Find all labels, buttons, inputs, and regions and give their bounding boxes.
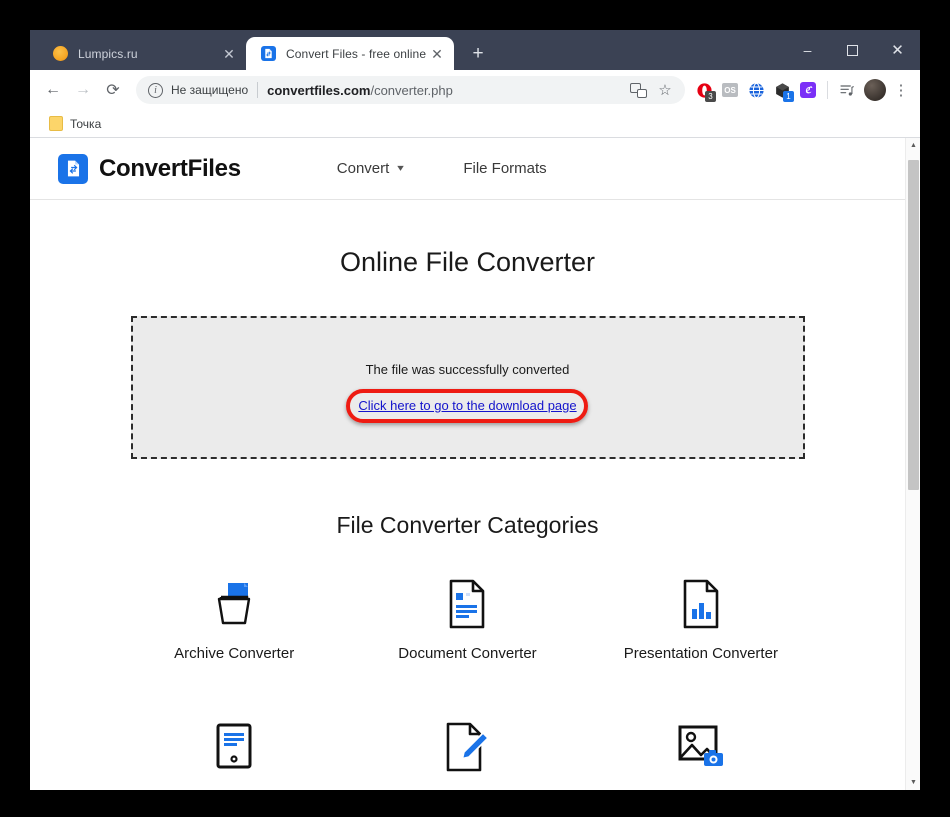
site-info-icon[interactable]: i <box>148 82 163 98</box>
categories-title: File Converter Categories <box>336 512 599 538</box>
conversion-result-box: The file was successfully converted Clic… <box>130 316 805 459</box>
tab-title: Lumpics.ru <box>78 46 138 61</box>
badge-count: 3 <box>705 91 716 102</box>
document-page-icon <box>351 577 584 631</box>
tab-convertfiles[interactable]: Convert Files - free online file co ✕ <box>246 37 454 70</box>
opera-extension-icon[interactable]: 3 <box>691 76 717 104</box>
category-label: Archive Converter <box>174 645 295 662</box>
nav-label: Convert <box>336 160 390 177</box>
maximize-button[interactable] <box>830 30 875 70</box>
category-archive-converter[interactable]: Archive Converter <box>118 577 351 662</box>
convertfiles-logo-icon[interactable] <box>58 153 88 184</box>
success-message: The file was successfully converted <box>365 362 570 377</box>
category-label: Presentation Converter <box>623 645 778 662</box>
minimize-button[interactable]: – <box>785 30 830 70</box>
tab-lumpics[interactable]: Lumpics.ru ✕ <box>38 37 246 70</box>
category-editor-converter[interactable] <box>351 720 584 788</box>
chevron-down-icon: ▾ <box>397 163 405 174</box>
browser-toolbar: ← → ⟳ i Не защищено convertfiles.com/con… <box>30 70 920 110</box>
convertfiles-icon <box>260 46 276 62</box>
reading-list-icon[interactable] <box>834 76 860 104</box>
purple-extension-icon[interactable]: ℭ <box>795 76 821 104</box>
bookmark-star-icon[interactable]: ☆ <box>653 81 677 99</box>
page-scrollbar[interactable]: ▲ ▼ <box>905 138 920 790</box>
site-nav: Convert ▾ File Formats <box>337 160 607 177</box>
web-page: ConvertFiles Convert ▾ File Formats Onli… <box>30 138 905 790</box>
page-title: Online File Converter <box>339 247 596 277</box>
document-pencil-icon <box>351 720 584 774</box>
image-camera-icon <box>584 720 817 774</box>
category-grid: Archive Converter Document Converter Pre… <box>118 577 818 788</box>
download-page-link[interactable]: Click here to go to the download page <box>358 398 576 413</box>
window-controls: – ✕ <box>785 30 920 70</box>
category-document-converter[interactable]: Document Converter <box>351 577 584 662</box>
bookmarks-bar: Точка <box>30 110 920 138</box>
address-bar[interactable]: i Не защищено convertfiles.com/converter… <box>136 76 685 104</box>
url-text: convertfiles.com/converter.php <box>267 83 453 98</box>
tab-title: Convert Files - free online file co <box>286 46 428 61</box>
badge-count: 1 <box>783 91 794 102</box>
close-icon[interactable]: ✕ <box>428 45 446 63</box>
download-link-wrapper: Click here to go to the download page <box>346 389 589 423</box>
bookmark-item-tochka[interactable]: Точка <box>42 113 108 134</box>
omnibox-actions: ☆ <box>630 81 681 99</box>
category-label: Document Converter <box>398 645 537 662</box>
ebook-reader-icon <box>118 720 351 774</box>
avatar[interactable] <box>864 79 886 101</box>
bookmark-label: Точка <box>70 116 102 131</box>
close-icon[interactable]: ✕ <box>220 45 238 63</box>
nav-item-convert[interactable]: Convert ▾ <box>337 160 404 177</box>
url-domain: convertfiles.com <box>267 82 371 98</box>
site-logo-text[interactable]: ConvertFiles <box>99 155 241 183</box>
presentation-chart-icon <box>584 577 817 631</box>
back-button[interactable]: ← <box>38 75 68 105</box>
nav-item-file-formats[interactable]: File Formats <box>463 160 546 177</box>
category-ebook-converter[interactable] <box>118 720 351 788</box>
browser-menu-icon[interactable]: ⋮ <box>890 83 912 98</box>
tab-strip: Lumpics.ru ✕ Convert Files - free online… <box>30 30 920 70</box>
reload-button[interactable]: ⟳ <box>98 75 128 105</box>
new-tab-button[interactable]: + <box>464 39 492 67</box>
category-presentation-converter[interactable]: Presentation Converter <box>584 577 817 662</box>
translate-icon[interactable] <box>630 82 647 98</box>
box-extension-icon[interactable]: 1 <box>769 76 795 104</box>
page-viewport: ConvertFiles Convert ▾ File Formats Onli… <box>30 138 920 790</box>
folder-icon <box>49 116 63 131</box>
divider <box>827 81 828 99</box>
nav-label: File Formats <box>463 160 547 177</box>
scrollbar-thumb[interactable] <box>908 160 919 490</box>
archive-box-icon <box>118 577 351 631</box>
category-image-converter[interactable] <box>584 720 817 788</box>
close-window-button[interactable]: ✕ <box>875 30 920 70</box>
url-path: /converter.php <box>370 82 453 98</box>
divider <box>257 82 259 98</box>
scroll-up-icon[interactable]: ▲ <box>906 138 920 153</box>
browser-window: Lumpics.ru ✕ Convert Files - free online… <box>30 30 920 790</box>
forward-button[interactable]: → <box>68 75 98 105</box>
security-label: Не защищено <box>171 83 249 97</box>
orange-circle-icon <box>52 46 68 62</box>
site-header: ConvertFiles Convert ▾ File Formats <box>30 138 905 200</box>
globe-extension-icon[interactable] <box>743 76 769 104</box>
os-extension-icon[interactable]: OS <box>717 76 743 104</box>
scroll-down-icon[interactable]: ▼ <box>906 775 920 790</box>
